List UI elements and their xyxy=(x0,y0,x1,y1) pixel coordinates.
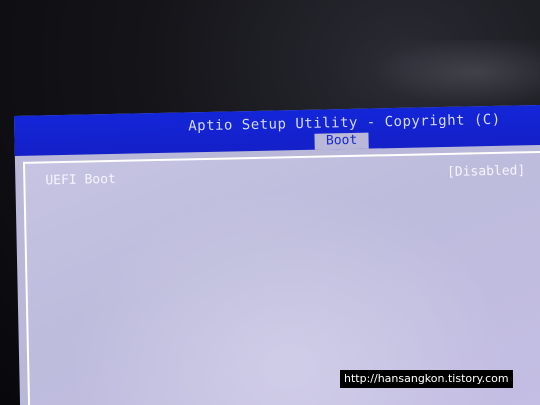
tab-boot[interactable]: Boot xyxy=(314,132,369,150)
photo-frame: Aptio Setup Utility - Copyright (C) Boot… xyxy=(0,0,540,405)
setting-row-uefi-boot[interactable]: UEFI Boot [Disabled] xyxy=(45,163,525,191)
settings-panel: UEFI Boot [Disabled] xyxy=(22,150,540,405)
setting-label: UEFI Boot xyxy=(45,171,116,189)
utility-title: Aptio Setup Utility - Copyright (C) xyxy=(188,111,501,135)
bios-screen: Aptio Setup Utility - Copyright (C) Boot… xyxy=(14,104,540,405)
watermark: http://hansangkon.tistory.com xyxy=(340,370,513,388)
screen-glare xyxy=(25,152,540,405)
setting-value[interactable]: [Disabled] xyxy=(447,163,526,180)
title-bar: Aptio Setup Utility - Copyright (C) Boot xyxy=(14,104,540,156)
